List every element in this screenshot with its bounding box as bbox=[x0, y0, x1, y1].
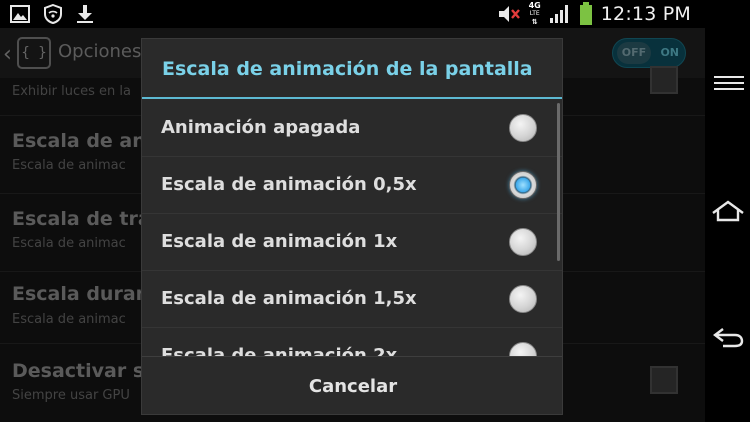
dialog-title: Escala de animación de la pantalla bbox=[162, 58, 533, 80]
home-icon[interactable] bbox=[709, 196, 747, 228]
option-list[interactable]: Animación apagada Escala de animación 0,… bbox=[142, 100, 562, 356]
option-scale-1-5x[interactable]: Escala de animación 1,5x bbox=[142, 271, 562, 328]
gallery-icon bbox=[10, 5, 30, 23]
network-type-label: 4G bbox=[528, 1, 541, 10]
option-animation-off[interactable]: Animación apagada bbox=[142, 100, 562, 157]
option-label: Animación apagada bbox=[161, 117, 361, 138]
option-label: Escala de animación 2x bbox=[161, 345, 398, 356]
clock: 12:13 PM bbox=[600, 3, 691, 25]
scrollbar[interactable] bbox=[557, 103, 560, 261]
signal-icon bbox=[549, 5, 568, 23]
radio-button[interactable] bbox=[509, 228, 537, 256]
option-scale-0-5x[interactable]: Escala de animación 0,5x bbox=[142, 157, 562, 214]
option-label: Escala de animación 1x bbox=[161, 231, 398, 252]
system-icons: 4G LTE ⇅ 12:13 PM bbox=[497, 0, 691, 28]
dialog-footer: Cancelar bbox=[142, 356, 562, 414]
radio-button[interactable] bbox=[509, 114, 537, 142]
network-sub-label: LTE bbox=[529, 10, 540, 17]
option-scale-1x[interactable]: Escala de animación 1x bbox=[142, 214, 562, 271]
cancel-button[interactable]: Cancelar bbox=[142, 357, 562, 414]
network-4g-lte-icon: 4G LTE ⇅ bbox=[528, 1, 541, 27]
dialog-divider bbox=[142, 97, 562, 99]
wifi-shield-icon bbox=[44, 4, 62, 24]
radio-button[interactable] bbox=[509, 285, 537, 313]
radio-button-selected[interactable] bbox=[509, 171, 537, 199]
radio-button[interactable] bbox=[509, 342, 537, 356]
option-scale-2x[interactable]: Escala de animación 2x bbox=[142, 328, 562, 356]
back-icon[interactable] bbox=[709, 320, 747, 352]
menu-icon[interactable] bbox=[709, 68, 747, 100]
navigation-bar bbox=[705, 0, 750, 422]
download-icon bbox=[77, 5, 93, 23]
notification-icons bbox=[10, 4, 94, 24]
option-label: Escala de animación 1,5x bbox=[161, 288, 417, 309]
volume-muted-icon bbox=[498, 6, 520, 22]
animation-scale-dialog: Escala de animación de la pantalla Anima… bbox=[141, 38, 563, 415]
option-label: Escala de animación 0,5x bbox=[161, 174, 417, 195]
status-bar: 4G LTE ⇅ 12:13 PM bbox=[0, 0, 705, 28]
battery-icon bbox=[579, 2, 592, 25]
